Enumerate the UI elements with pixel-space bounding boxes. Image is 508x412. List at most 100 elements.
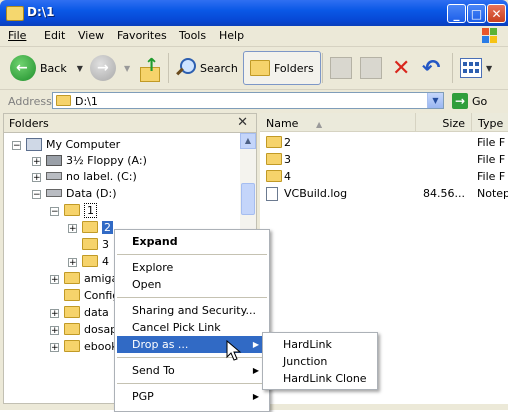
folders-pane-header: Folders ✕ bbox=[4, 114, 256, 133]
file-row[interactable]: VCBuild.log 84.56... Notep bbox=[260, 186, 508, 202]
submenu-item-hardlink[interactable]: HardLink bbox=[265, 336, 375, 353]
folders-button[interactable]: Folders bbox=[243, 51, 321, 85]
tree-node-data[interactable]: data bbox=[64, 304, 109, 320]
menu-item-send-to[interactable]: Send To ▶ bbox=[117, 362, 267, 379]
column-header-size[interactable]: Size bbox=[416, 113, 472, 132]
expand-toggle[interactable]: + bbox=[32, 173, 41, 183]
tree-node-ebook[interactable]: ebook bbox=[64, 338, 118, 354]
forward-arrow-icon: → bbox=[90, 55, 116, 81]
folder-icon bbox=[64, 323, 80, 335]
menu-file[interactable]: File bbox=[8, 29, 26, 42]
delete-icon: ✕ bbox=[392, 55, 411, 81]
address-value: D:\1 bbox=[75, 95, 98, 108]
folder-icon bbox=[266, 153, 282, 165]
submenu-arrow-icon: ▶ bbox=[252, 340, 259, 349]
back-button[interactable]: ← Back ▼ bbox=[10, 51, 83, 85]
toolbar-separator bbox=[168, 53, 169, 83]
tree-node-floppy[interactable]: 3½ Floppy (A:) bbox=[46, 152, 147, 168]
submenu-item-hardlink-clone[interactable]: HardLink Clone bbox=[265, 370, 375, 387]
back-arrow-icon: ← bbox=[10, 55, 36, 81]
column-header-name[interactable]: Name ▲ bbox=[260, 113, 416, 132]
menu-item-expand[interactable]: Expand bbox=[117, 233, 267, 250]
submenu-item-junction[interactable]: Junction bbox=[265, 353, 375, 370]
folder-icon bbox=[82, 255, 98, 267]
scroll-up-icon[interactable]: ▲ bbox=[240, 133, 256, 149]
tree-node-folder-4[interactable]: 4 bbox=[82, 253, 109, 269]
address-dropdown-icon[interactable]: ▼ bbox=[427, 93, 443, 108]
move-to-button[interactable] bbox=[330, 51, 352, 85]
menu-item-explore[interactable]: Explore bbox=[117, 259, 267, 276]
delete-button[interactable]: ✕ bbox=[392, 51, 410, 85]
toolbar-separator bbox=[322, 53, 323, 83]
expand-toggle[interactable]: + bbox=[32, 157, 41, 167]
windows-logo-icon bbox=[482, 28, 497, 43]
column-header-type[interactable]: Type bbox=[472, 113, 508, 132]
menu-separator bbox=[117, 383, 267, 384]
views-icon bbox=[460, 58, 482, 78]
up-folder-button[interactable]: ↑ bbox=[138, 51, 160, 85]
folder-icon bbox=[56, 95, 71, 106]
expand-toggle[interactable]: + bbox=[50, 326, 59, 336]
undo-button[interactable]: ↶ bbox=[422, 51, 440, 85]
file-row[interactable]: 2 File F bbox=[260, 135, 508, 151]
collapse-toggle[interactable]: − bbox=[12, 141, 21, 151]
mouse-cursor-icon bbox=[226, 340, 242, 361]
menu-tools[interactable]: Tools bbox=[179, 29, 206, 42]
tree-node-config[interactable]: Config bbox=[64, 287, 119, 303]
address-field[interactable]: D:\1 ▼ bbox=[52, 92, 444, 109]
copy-to-button[interactable] bbox=[360, 51, 382, 85]
minimize-button[interactable]: _ bbox=[447, 4, 466, 23]
file-row[interactable]: 4 File F bbox=[260, 169, 508, 185]
context-menu: Expand Explore Open Sharing and Security… bbox=[114, 229, 270, 412]
title-bar[interactable]: D:\1 _ □ ✕ bbox=[0, 0, 508, 26]
collapse-toggle[interactable]: − bbox=[50, 207, 59, 217]
expand-toggle[interactable]: + bbox=[50, 309, 59, 319]
expand-toggle[interactable]: + bbox=[68, 258, 77, 268]
tree-node-c-drive[interactable]: no label. (C:) bbox=[46, 168, 137, 184]
toolbar-separator bbox=[452, 53, 453, 83]
back-dropdown-icon[interactable]: ▼ bbox=[77, 64, 83, 73]
folder-icon bbox=[64, 272, 80, 284]
tree-node-amiga[interactable]: amiga bbox=[64, 270, 118, 286]
close-button[interactable]: ✕ bbox=[487, 4, 506, 23]
search-button[interactable]: Search bbox=[174, 51, 238, 85]
expand-toggle[interactable]: + bbox=[50, 343, 59, 353]
folder-icon bbox=[266, 136, 282, 148]
tree-node-d-drive[interactable]: Data (D:) bbox=[46, 185, 117, 201]
collapse-toggle[interactable]: − bbox=[32, 190, 41, 200]
tree-node-folder-1[interactable]: 1 bbox=[64, 202, 97, 218]
menu-help[interactable]: Help bbox=[219, 29, 244, 42]
menu-edit[interactable]: Edit bbox=[44, 29, 65, 42]
expand-toggle[interactable]: + bbox=[50, 275, 59, 285]
scroll-thumb[interactable] bbox=[241, 183, 255, 215]
menu-separator bbox=[117, 297, 267, 298]
toolbar: ← Back ▼ → ▼ ↑ Search Folders ✕ ↶ ▼ bbox=[0, 47, 508, 90]
drive-icon bbox=[46, 189, 62, 197]
menu-item-drop-as[interactable]: Drop as ... ▶ bbox=[117, 336, 267, 353]
folder-icon bbox=[82, 238, 98, 250]
menu-separator bbox=[117, 357, 267, 358]
close-pane-icon[interactable]: ✕ bbox=[237, 115, 248, 130]
file-row[interactable]: 3 File F bbox=[260, 152, 508, 168]
forward-dropdown-icon[interactable]: ▼ bbox=[124, 64, 130, 73]
forward-button[interactable]: → ▼ bbox=[90, 51, 130, 85]
menu-item-pgp[interactable]: PGP ▶ bbox=[117, 388, 267, 405]
submenu-arrow-icon: ▶ bbox=[252, 392, 259, 401]
address-bar: Address D:\1 ▼ → Go bbox=[0, 90, 508, 112]
menu-item-open[interactable]: Open bbox=[117, 276, 267, 293]
menu-favorites[interactable]: Favorites bbox=[117, 29, 167, 42]
window-title: D:\1 bbox=[27, 5, 55, 19]
maximize-button[interactable]: □ bbox=[467, 4, 486, 23]
menu-view[interactable]: View bbox=[78, 29, 104, 42]
tree-node-my-computer[interactable]: My Computer bbox=[26, 136, 120, 152]
tree-node-folder-2[interactable]: 2 bbox=[82, 219, 113, 235]
views-button[interactable]: ▼ bbox=[460, 51, 492, 85]
folder-icon bbox=[82, 221, 98, 233]
go-button[interactable]: → Go bbox=[452, 93, 487, 109]
tree-node-folder-3[interactable]: 3 bbox=[82, 236, 109, 252]
expand-toggle[interactable]: + bbox=[68, 224, 77, 234]
tree-node-dosap[interactable]: dosap bbox=[64, 321, 117, 337]
computer-icon bbox=[26, 137, 42, 151]
menu-item-sharing-security[interactable]: Sharing and Security... bbox=[117, 302, 267, 319]
menu-item-cancel-pick-link[interactable]: Cancel Pick Link bbox=[117, 319, 267, 336]
